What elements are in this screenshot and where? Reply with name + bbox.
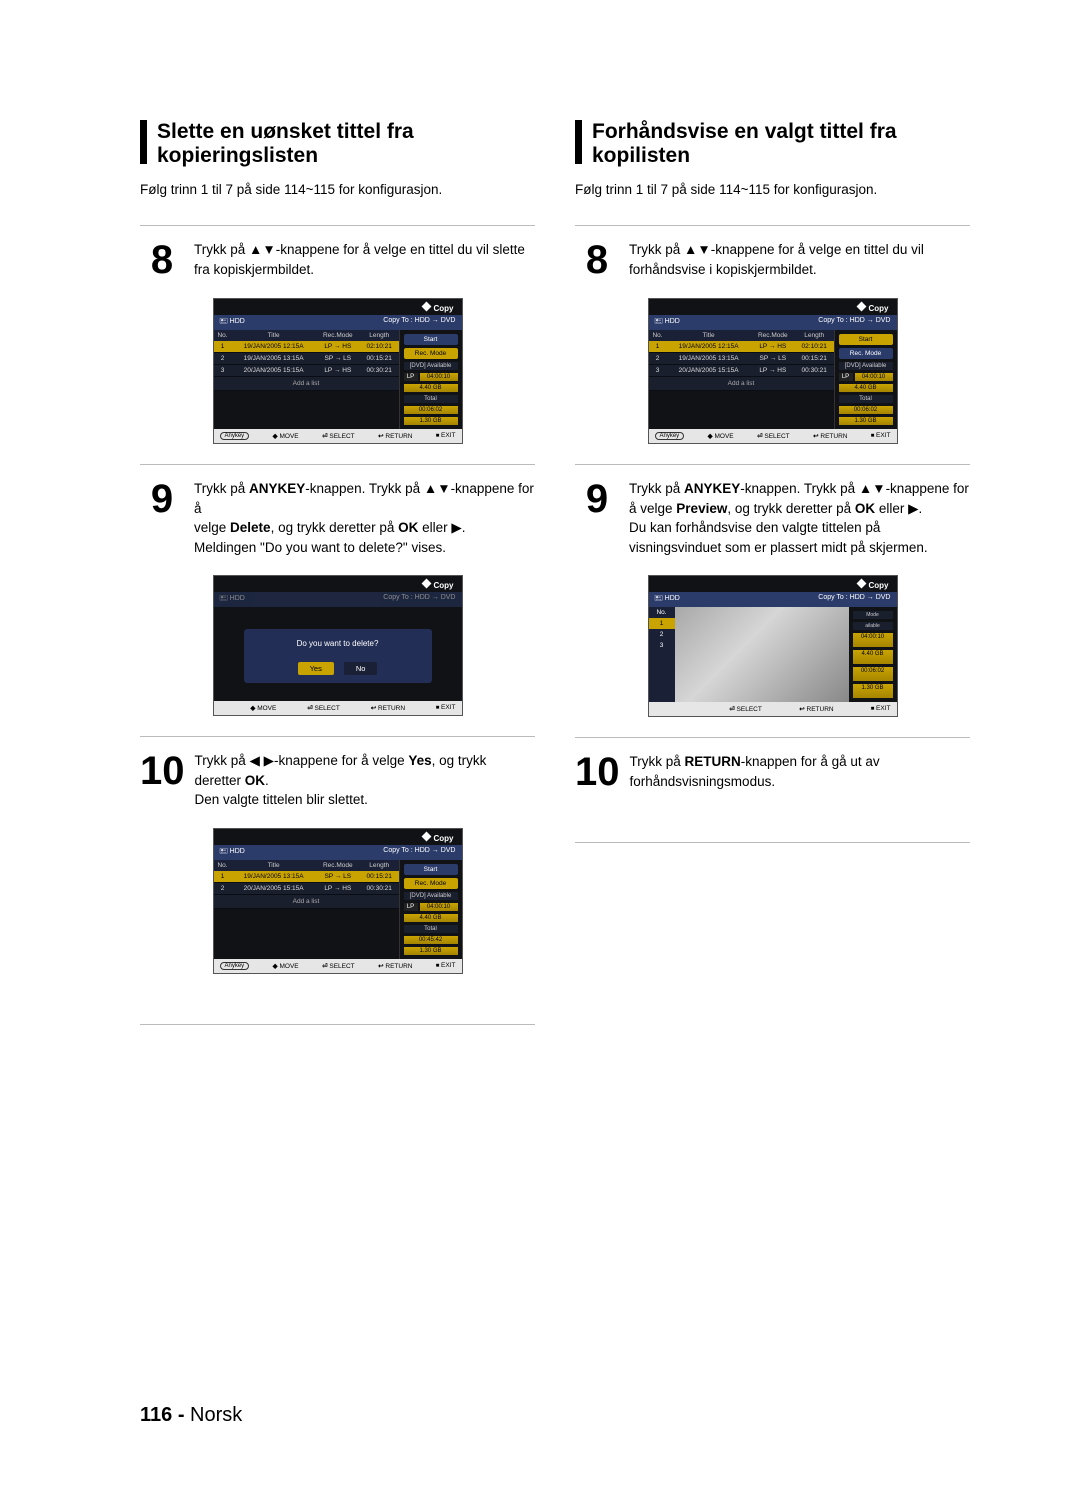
add-list[interactable]: Add a list [214, 895, 399, 909]
table-row[interactable]: 220/JAN/2005 15:15ALP → HS00:30:21 [214, 882, 399, 894]
anykey-icon: Anykey [220, 432, 250, 440]
step-8: 8 Trykk på ▲▼-knappene for å velge en ti… [575, 225, 970, 464]
intro-text: Følg trinn 1 til 7 på side 114~115 for k… [140, 182, 535, 197]
intro-text: Følg trinn 1 til 7 på side 114~115 for k… [575, 182, 970, 197]
heading-bar-icon [575, 120, 582, 164]
table-row[interactable]: 119/JAN/2005 13:15ASP → LS00:15:21 [214, 871, 399, 883]
step-number: 10 [575, 752, 620, 792]
section-title: Forhåndsvise en valgt tittel fra kopilis… [592, 120, 970, 168]
recmode-button[interactable]: Rec. Mode [839, 348, 893, 359]
osd-footer: Anykey ◆ MOVE ⏎ SELECT ↩ RETURN ⏹ EXIT [214, 429, 462, 443]
left-column: Slette en uønsket tittel fra kopieringsl… [140, 120, 535, 1025]
add-list[interactable]: Add a list [214, 377, 399, 391]
diamond-icon [856, 579, 866, 589]
step-text: Trykk på RETURN-knappen for å gå ut av f… [630, 752, 880, 791]
section-heading: Forhåndsvise en valgt tittel fra kopilis… [575, 120, 970, 168]
start-button[interactable]: Start [404, 864, 458, 875]
no-button[interactable]: No [344, 662, 378, 675]
step-10: 10 Trykk på RETURN-knappen for å gå ut a… [575, 737, 970, 812]
recmode-button[interactable]: Rec. Mode [404, 348, 458, 359]
title-table: No.TitleRec.ModeLength 119/JAN/2005 12:1… [214, 330, 399, 377]
step-number: 8 [140, 240, 184, 280]
osd-screenshot: Copy 🖭 HDDCopy To : HDD → DVD No.TitleRe… [213, 828, 463, 974]
confirm-dialog: Do you want to delete? Yes No [244, 629, 432, 683]
step-number: 9 [140, 479, 184, 519]
diamond-icon [421, 831, 431, 841]
step-number: 10 [140, 751, 185, 791]
step-number: 9 [575, 479, 619, 519]
start-button[interactable]: Start [839, 334, 893, 345]
table-row[interactable]: 320/JAN/2005 15:15ALP → HS00:30:21 [649, 365, 834, 377]
start-button[interactable]: Start [404, 334, 458, 345]
available-label: [DVD] Available [404, 362, 458, 370]
recmode-button[interactable]: Rec. Mode [404, 878, 458, 889]
yes-button[interactable]: Yes [298, 662, 334, 675]
dialog-question: Do you want to delete? [250, 639, 426, 648]
src-icon: 🖭 HDD [220, 317, 245, 328]
total-time: 00:06:02 [404, 406, 458, 414]
osd-title: Copy [434, 304, 454, 313]
preview-window [675, 607, 849, 702]
diamond-icon [421, 579, 431, 589]
osd-screenshot: Copy 🖭 HDDCopy To : HDD → DVD Do you wan… [213, 575, 463, 716]
step-text: Trykk på ANYKEY-knappen. Trykk på ▲▼-kna… [629, 479, 969, 557]
table-row[interactable]: 320/JAN/2005 15:15ALP → HS00:30:21 [214, 365, 399, 377]
diamond-icon [421, 302, 431, 312]
step-8: 8 Trykk på ▲▼-knappene for å velge en ti… [140, 225, 535, 464]
divider [140, 1024, 535, 1025]
step-9: 9 Trykk på ANYKEY-knappen. Trykk på ▲▼-k… [575, 464, 970, 737]
divider [575, 842, 970, 843]
step-9: 9 Trykk på ANYKEY-knappen. Trykk på ▲▼-k… [140, 464, 535, 736]
osd-screenshot: Copy 🖭 HDD Copy To : HDD → DVD No.TitleRe… [213, 298, 463, 444]
page-footer: 116 - Norsk [140, 1404, 242, 1427]
step-text: Trykk på ▲▼-knappene for å velge en titt… [629, 240, 970, 279]
osd-screenshot: Copy 🖭 HDDCopy To : HDD → DVD No. 1 2 3 … [648, 575, 898, 717]
step-text: Trykk på ◀ ▶-knappene for å velge Yes, o… [195, 751, 487, 810]
section-heading: Slette en uønsket tittel fra kopieringsl… [140, 120, 535, 168]
page-columns: Slette en uønsket tittel fra kopieringsl… [140, 120, 970, 1025]
osd-footer: ⏎ SELECT ↩ RETURN ⏹ EXIT [649, 702, 897, 716]
step-text: Trykk på ANYKEY-knappen. Trykk på ▲▼-kna… [194, 479, 535, 557]
table-row[interactable]: 119/JAN/2005 12:15ALP → HS02:10:21 [214, 341, 399, 353]
copy-direction: Copy To : HDD → DVD [383, 317, 455, 328]
total-label: Total [404, 395, 458, 403]
diamond-icon [856, 302, 866, 312]
osd-footer: ◆ MOVE ⏎ SELECT ↩ RETURN ⏹ EXIT [214, 701, 462, 715]
osd-sidebar: Start Rec. Mode [DVD] Available LP04:00:… [400, 330, 462, 429]
step-number: 8 [575, 240, 619, 280]
heading-bar-icon [140, 120, 147, 164]
title-table: No.TitleRec.ModeLength 119/JAN/2005 13:1… [214, 860, 399, 895]
step-10: 10 Trykk på ◀ ▶-knappene for å velge Yes… [140, 736, 535, 994]
table-row[interactable]: 219/JAN/2005 13:15ASP → LS00:15:21 [214, 353, 399, 365]
section-title: Slette en uønsket tittel fra kopieringsl… [157, 120, 535, 168]
osd-footer: Anykey ◆ MOVE ⏎ SELECT ↩ RETURN ⏹ EXIT [214, 959, 462, 973]
available-gb: 4.40 GB [404, 384, 458, 392]
total-gb: 1.30 GB [404, 417, 458, 425]
osd-screenshot: Copy 🖭 HDDCopy To : HDD → DVD No.TitleRe… [648, 298, 898, 444]
right-column: Forhåndsvise en valgt tittel fra kopilis… [575, 120, 970, 1025]
table-row[interactable]: 219/JAN/2005 13:15ASP → LS00:15:21 [649, 353, 834, 365]
step-text: Trykk på ▲▼-knappene for å velge en titt… [194, 240, 535, 279]
osd-footer: Anykey ◆ MOVE ⏎ SELECT ↩ RETURN ⏹ EXIT [649, 429, 897, 443]
table-row[interactable]: 119/JAN/2005 12:15ALP → HS02:10:21 [649, 341, 834, 353]
title-table: No.TitleRec.ModeLength 119/JAN/2005 12:1… [649, 330, 834, 377]
add-list[interactable]: Add a list [649, 377, 834, 391]
